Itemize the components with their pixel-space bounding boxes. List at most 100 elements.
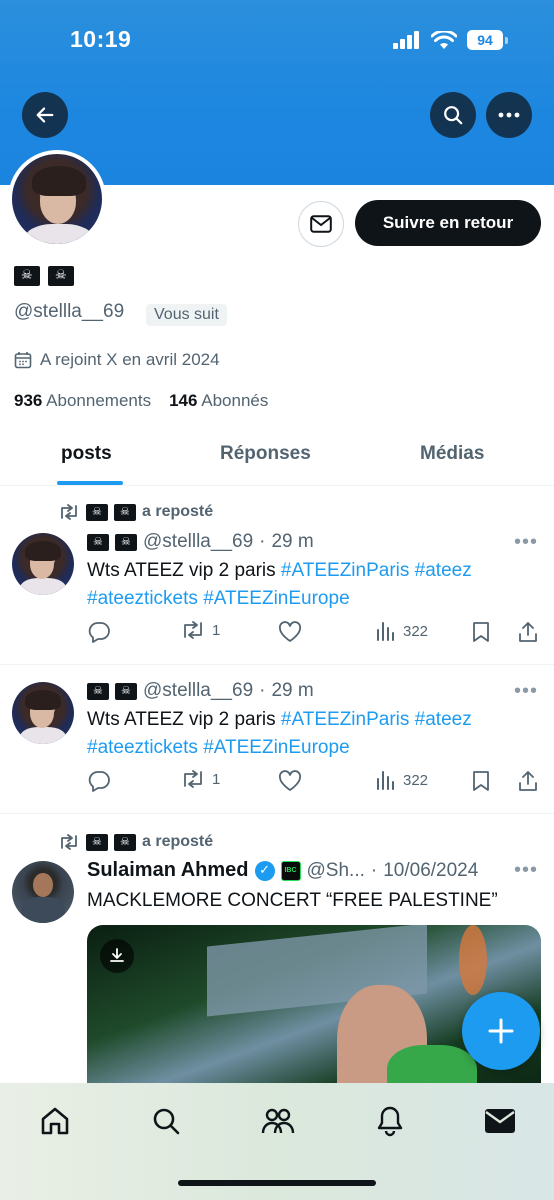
hashtag-link[interactable]: #ATEEZinEurope: [203, 588, 349, 609]
like-button[interactable]: [278, 621, 302, 643]
repost-label: a reposté: [142, 833, 214, 850]
profile-avatar[interactable]: [8, 150, 106, 248]
post-date: 10/06/2024: [383, 859, 479, 881]
followers-link[interactable]: 146 Abonnés: [169, 391, 268, 411]
mail-icon: [310, 215, 332, 233]
more-options-button[interactable]: [486, 92, 532, 138]
download-icon: [110, 948, 124, 962]
wifi-icon: [431, 30, 457, 49]
download-button[interactable]: [100, 939, 134, 973]
battery-indicator: 94: [467, 30, 503, 50]
repost-icon: [184, 770, 202, 788]
compose-button[interactable]: [462, 992, 540, 1070]
hashtag-link[interactable]: #ateeztickets: [87, 588, 198, 609]
bookmark-button[interactable]: [471, 621, 491, 643]
pirate-flag-icon: [87, 682, 109, 700]
post-avatar[interactable]: [12, 682, 74, 744]
post-time: 29 m: [271, 680, 314, 701]
joined-date: A rejoint X en avril 2024: [14, 350, 220, 370]
repost-label: a reposté: [142, 503, 214, 520]
hashtag-link[interactable]: #ateez: [415, 560, 472, 581]
share-icon: [519, 622, 537, 642]
repost-count: 1: [212, 621, 221, 639]
hashtag-link[interactable]: #ateeztickets: [87, 737, 198, 758]
bookmark-icon: [473, 771, 489, 791]
tab-replies[interactable]: Réponses: [220, 443, 311, 465]
like-button[interactable]: [278, 770, 302, 792]
reply-button[interactable]: [87, 621, 111, 643]
affiliation-badge: IBC: [280, 860, 301, 881]
active-tab-indicator: [57, 481, 123, 485]
follow-stats: 936 Abonnements 146 Abonnés: [14, 391, 268, 411]
views-count: 322: [403, 622, 429, 640]
messages-icon: [485, 1109, 515, 1133]
repost-indicator: a reposté: [58, 833, 213, 851]
reply-button[interactable]: [87, 770, 111, 792]
like-icon: [278, 621, 302, 642]
communities-icon: [261, 1108, 295, 1134]
post-handle[interactable]: @stellla__69: [143, 680, 253, 702]
follow-back-button[interactable]: Suivre en retour: [355, 200, 541, 246]
search-button[interactable]: [430, 92, 476, 138]
share-button[interactable]: [517, 621, 539, 643]
views-button[interactable]: 322: [375, 621, 428, 641]
pirate-flag-icon: [87, 533, 109, 551]
post-avatar[interactable]: [12, 533, 74, 595]
hashtag-link[interactable]: #ATEEZinEurope: [203, 737, 349, 758]
post-header: Sulaiman Ahmed ✓ IBC @Sh... · 10/06/2024: [87, 859, 479, 882]
verified-badge-icon: ✓: [254, 860, 275, 881]
post-more-button[interactable]: •••: [514, 680, 538, 703]
joined-text: A rejoint X en avril 2024: [40, 350, 220, 369]
following-link[interactable]: 936 Abonnements: [14, 391, 151, 411]
pirate-flag-icon: [114, 833, 136, 851]
author-name[interactable]: Sulaiman Ahmed: [87, 859, 249, 882]
repost-button[interactable]: 1: [180, 621, 220, 639]
nav-messages[interactable]: [480, 1101, 520, 1141]
tab-media[interactable]: Médias: [420, 443, 484, 465]
nav-communities[interactable]: [258, 1101, 298, 1141]
repost-indicator: a reposté: [58, 503, 213, 521]
post-text: Wts ATEEZ vip 2 paris #ATEEZinParis #ate…: [87, 560, 472, 609]
bookmark-button[interactable]: [471, 770, 491, 792]
post-text: MACKLEMORE CONCERT “FREE PALESTINE”: [87, 890, 498, 911]
repost-button[interactable]: 1: [180, 770, 220, 788]
nav-home[interactable]: [35, 1101, 75, 1141]
follows-you-badge: Vous suit: [146, 304, 227, 326]
repost-count: 1: [212, 770, 221, 788]
repost-icon: [61, 504, 77, 520]
repost-icon: [61, 834, 77, 850]
pirate-flag-icon: [48, 266, 74, 286]
display-name: [14, 266, 74, 286]
home-indicator: [178, 1180, 376, 1186]
like-icon: [278, 770, 302, 791]
post-item[interactable]: a reposté @stellla__69 · 29 m ••• Wts AT…: [0, 487, 554, 665]
views-button[interactable]: 322: [375, 770, 428, 790]
nav-search[interactable]: [146, 1101, 186, 1141]
hashtag-link[interactable]: #ateez: [415, 709, 472, 730]
nav-notifications[interactable]: [370, 1101, 410, 1141]
profile-tabs: posts Réponses Médias: [0, 430, 554, 486]
pirate-flag-icon: [14, 266, 40, 286]
share-button[interactable]: [517, 770, 539, 792]
post-actions: 1 322: [87, 621, 541, 647]
post-time: 29 m: [271, 531, 314, 552]
post-more-button[interactable]: •••: [514, 531, 538, 554]
plus-icon: [488, 1018, 514, 1044]
post-avatar[interactable]: [12, 861, 74, 923]
tab-posts[interactable]: posts: [61, 443, 112, 465]
post-more-button[interactable]: •••: [514, 859, 538, 882]
hashtag-link[interactable]: #ATEEZinParis: [281, 560, 409, 581]
repost-icon: [184, 621, 202, 639]
pirate-flag-icon: [114, 503, 136, 521]
hashtag-link[interactable]: #ATEEZinParis: [281, 709, 409, 730]
message-button[interactable]: [298, 201, 344, 247]
bookmark-icon: [473, 622, 489, 642]
post-handle[interactable]: @stellla__69: [143, 531, 253, 553]
views-icon: [377, 771, 394, 790]
post-header: @stellla__69 · 29 m: [87, 680, 314, 702]
post-handle[interactable]: @Sh...: [307, 860, 365, 882]
profile-handle: @stellla__69: [14, 301, 125, 322]
bell-icon: [377, 1106, 403, 1137]
post-item[interactable]: @stellla__69 · 29 m ••• Wts ATEEZ vip 2 …: [0, 666, 554, 814]
back-button[interactable]: [22, 92, 68, 138]
